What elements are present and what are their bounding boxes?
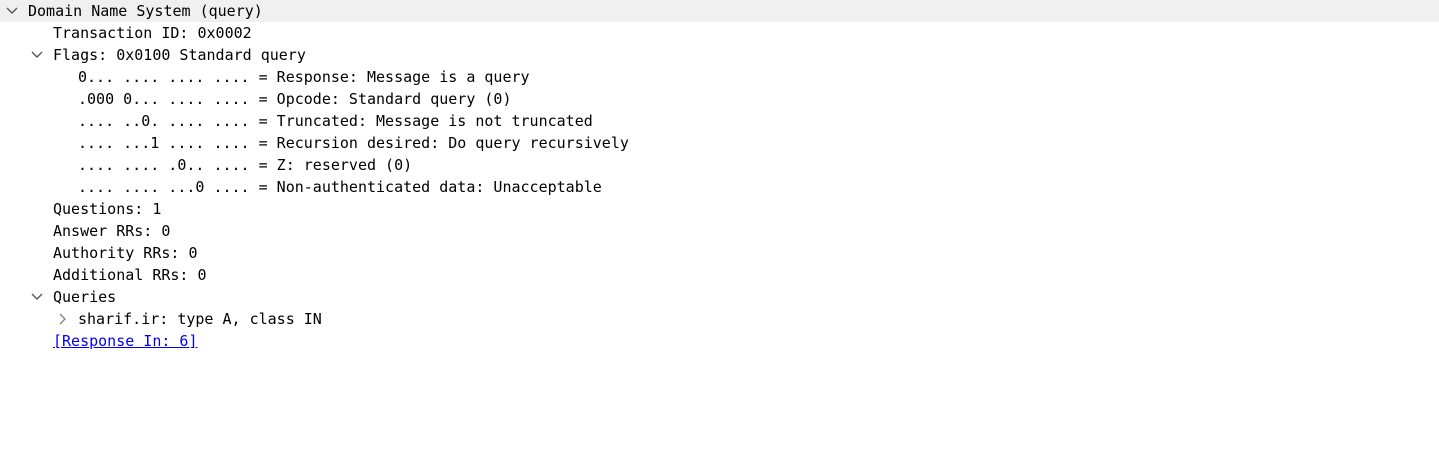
tree-node-flag-opcode[interactable]: .000 0... .... .... = Opcode: Standard q…	[0, 88, 1439, 110]
tree-node-label: .... .... .0.. .... = Z: reserved (0)	[78, 156, 413, 174]
tree-node-additional-rrs[interactable]: Additional RRs: 0	[0, 264, 1439, 286]
tree-node-transaction-id[interactable]: Transaction ID: 0x0002	[0, 22, 1439, 44]
tree-node-label: Authority RRs: 0	[53, 244, 198, 262]
tree-node-flags[interactable]: Flags: 0x0100 Standard query	[0, 44, 1439, 66]
chevron-down-icon[interactable]	[29, 286, 45, 308]
tree-node-answer-rrs[interactable]: Answer RRs: 0	[0, 220, 1439, 242]
tree-node-label: .... ...1 .... .... = Recursion desired:…	[78, 134, 629, 152]
tree-node-questions[interactable]: Questions: 1	[0, 198, 1439, 220]
response-in-link[interactable]: [Response In: 6]	[53, 330, 198, 352]
tree-node-queries[interactable]: Queries	[0, 286, 1439, 308]
tree-node-label: Domain Name System (query)	[28, 2, 263, 20]
tree-node-label: Flags: 0x0100 Standard query	[53, 46, 306, 64]
tree-node-flag-response[interactable]: 0... .... .... .... = Response: Message …	[0, 66, 1439, 88]
packet-details-tree: Domain Name System (query) Transaction I…	[0, 0, 1439, 476]
tree-node-flag-truncated[interactable]: .... ..0. .... .... = Truncated: Message…	[0, 110, 1439, 132]
tree-node-label: Additional RRs: 0	[53, 266, 207, 284]
tree-node-flag-recursion[interactable]: .... ...1 .... .... = Recursion desired:…	[0, 132, 1439, 154]
tree-node-dns[interactable]: Domain Name System (query)	[0, 0, 1439, 22]
tree-node-flag-non-auth[interactable]: .... .... ...0 .... = Non-authenticated …	[0, 176, 1439, 198]
tree-node-label: .... .... ...0 .... = Non-authenticated …	[78, 178, 602, 196]
tree-node-query-entry[interactable]: sharif.ir: type A, class IN	[0, 308, 1439, 330]
tree-node-label: Questions: 1	[53, 200, 162, 218]
chevron-down-icon[interactable]	[4, 0, 20, 22]
tree-node-label: 0... .... .... .... = Response: Message …	[78, 68, 530, 86]
chevron-down-icon[interactable]	[29, 44, 45, 66]
tree-node-label: .000 0... .... .... = Opcode: Standard q…	[78, 90, 512, 108]
tree-node-authority-rrs[interactable]: Authority RRs: 0	[0, 242, 1439, 264]
tree-node-flag-z[interactable]: .... .... .0.. .... = Z: reserved (0)	[0, 154, 1439, 176]
tree-node-label: Answer RRs: 0	[53, 222, 171, 240]
tree-node-response-in[interactable]: [Response In: 6]	[0, 330, 1439, 352]
tree-node-label: .... ..0. .... .... = Truncated: Message…	[78, 112, 593, 130]
tree-node-label: sharif.ir: type A, class IN	[78, 310, 322, 328]
tree-node-label: Queries	[53, 288, 117, 306]
chevron-right-icon[interactable]	[54, 308, 70, 330]
tree-node-label: Transaction ID: 0x0002	[53, 24, 252, 42]
